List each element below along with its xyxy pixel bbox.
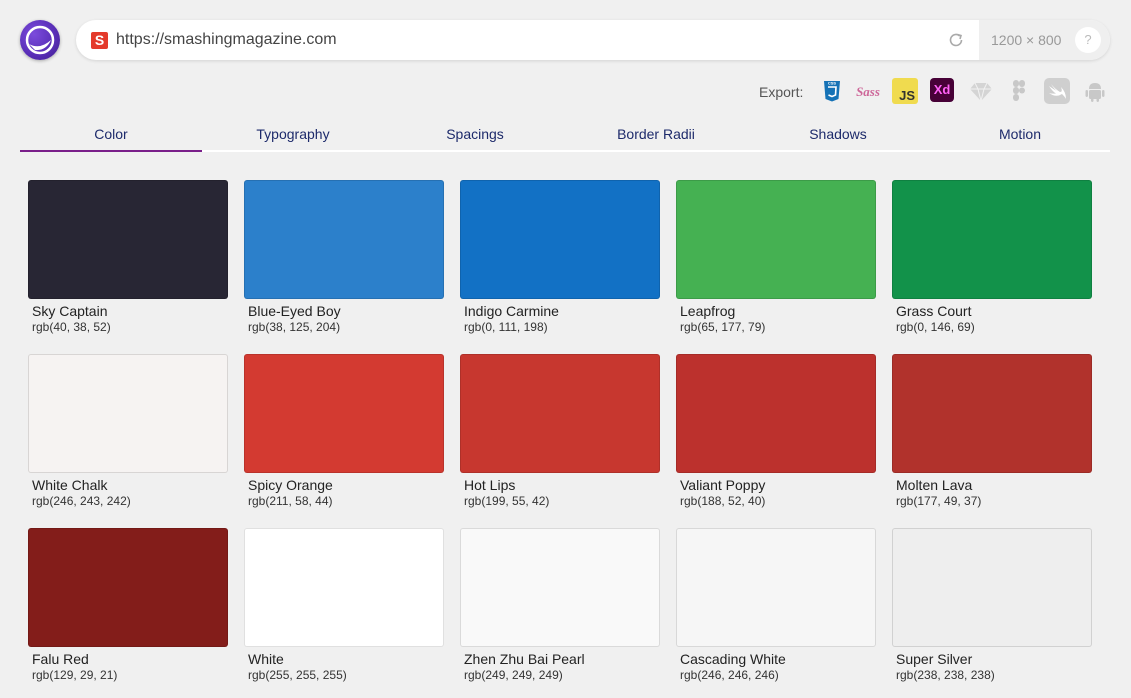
color-rgb-value: rgb(199, 55, 42) <box>464 494 550 508</box>
figma-icon[interactable] <box>1006 78 1032 104</box>
adobe-xd-icon-text: Xd <box>933 82 951 97</box>
swift-icon[interactable] <box>1044 78 1070 104</box>
color-rgb-value: rgb(0, 146, 69) <box>896 320 975 334</box>
color-swatch[interactable]: Blue-Eyed Boy rgb(38, 125, 204) <box>244 180 444 334</box>
color-chip[interactable] <box>892 354 1092 473</box>
color-name: White <box>248 651 284 667</box>
color-swatch[interactable]: Zhen Zhu Bai Pearl rgb(249, 249, 249) <box>460 528 660 682</box>
color-name: White Chalk <box>32 477 108 493</box>
color-rgb-value: rgb(188, 52, 40) <box>680 494 766 508</box>
color-swatch[interactable]: Molten Lava rgb(177, 49, 37) <box>892 354 1092 508</box>
color-swatch[interactable]: Hot Lips rgb(199, 55, 42) <box>460 354 660 508</box>
tab-color[interactable]: Color <box>20 120 202 152</box>
color-chip[interactable] <box>28 180 228 299</box>
help-button[interactable]: ? <box>1075 27 1101 53</box>
viewport-size-text: 1200 × 800 <box>991 32 1062 48</box>
color-chip[interactable] <box>460 528 660 647</box>
color-chip[interactable] <box>244 180 444 299</box>
css3-icon[interactable]: CSS <box>819 78 845 104</box>
color-swatch[interactable]: White rgb(255, 255, 255) <box>244 528 444 682</box>
color-name: Super Silver <box>896 651 973 667</box>
url-bar: S 1200 × 800 ? <box>76 20 1110 60</box>
adobe-xd-icon[interactable]: Xd <box>930 78 954 102</box>
js-icon-text: JS <box>899 88 915 103</box>
color-swatch[interactable]: White Chalk rgb(246, 243, 242) <box>28 354 228 508</box>
color-swatch[interactable]: Valiant Poppy rgb(188, 52, 40) <box>676 354 876 508</box>
color-rgb-value: rgb(246, 246, 246) <box>680 668 779 682</box>
color-rgb-value: rgb(40, 38, 52) <box>32 320 111 334</box>
color-swatch[interactable]: Indigo Carmine rgb(0, 111, 198) <box>460 180 660 334</box>
color-rgb-value: rgb(129, 29, 21) <box>32 668 118 682</box>
url-input[interactable] <box>116 20 936 60</box>
color-rgb-value: rgb(0, 111, 198) <box>464 320 548 334</box>
color-swatch[interactable]: Falu Red rgb(129, 29, 21) <box>28 528 228 682</box>
color-rgb-value: rgb(249, 249, 249) <box>464 668 563 682</box>
color-rgb-value: rgb(211, 58, 44) <box>248 494 333 508</box>
tab-bar: Color Typography Spacings Border Radii S… <box>20 120 1110 152</box>
tab-motion[interactable]: Motion <box>929 120 1111 152</box>
app-logo-icon[interactable] <box>20 20 60 60</box>
tab-shadows[interactable]: Shadows <box>747 120 929 152</box>
svg-text:Sass: Sass <box>856 84 880 99</box>
color-name: Falu Red <box>32 651 89 667</box>
color-name: Blue-Eyed Boy <box>248 303 341 319</box>
color-rgb-value: rgb(65, 177, 79) <box>680 320 766 334</box>
color-swatch[interactable]: Spicy Orange rgb(211, 58, 44) <box>244 354 444 508</box>
color-swatch[interactable]: Cascading White rgb(246, 246, 246) <box>676 528 876 682</box>
color-chip[interactable] <box>244 528 444 647</box>
export-label: Export: <box>759 84 804 100</box>
color-name: Hot Lips <box>464 477 516 493</box>
color-name: Zhen Zhu Bai Pearl <box>464 651 585 667</box>
color-name: Sky Captain <box>32 303 108 319</box>
color-rgb-value: rgb(238, 238, 238) <box>896 668 995 682</box>
color-chip[interactable] <box>460 354 660 473</box>
reload-icon[interactable] <box>947 31 965 49</box>
sass-icon[interactable]: Sass <box>853 78 883 104</box>
android-icon[interactable] <box>1082 78 1108 104</box>
color-chip[interactable] <box>244 354 444 473</box>
color-chip[interactable] <box>892 528 1092 647</box>
color-chip[interactable] <box>28 528 228 647</box>
color-chip[interactable] <box>676 354 876 473</box>
color-swatch[interactable]: Leapfrog rgb(65, 177, 79) <box>676 180 876 334</box>
color-chip[interactable] <box>892 180 1092 299</box>
color-name: Cascading White <box>680 651 786 667</box>
color-chip[interactable] <box>676 528 876 647</box>
sketch-icon[interactable] <box>968 78 994 104</box>
js-icon[interactable]: JS <box>892 78 918 104</box>
color-rgb-value: rgb(177, 49, 37) <box>896 494 982 508</box>
color-swatch[interactable]: Super Silver rgb(238, 238, 238) <box>892 528 1092 682</box>
color-swatch[interactable]: Sky Captain rgb(40, 38, 52) <box>28 180 228 334</box>
color-name: Spicy Orange <box>248 477 333 493</box>
color-rgb-value: rgb(246, 243, 242) <box>32 494 131 508</box>
site-favicon-icon: S <box>91 32 108 49</box>
viewport-size[interactable]: 1200 × 800 ? <box>979 20 1110 60</box>
tab-spacings[interactable]: Spacings <box>384 120 566 152</box>
color-name: Grass Court <box>896 303 972 319</box>
color-chip[interactable] <box>676 180 876 299</box>
color-name: Valiant Poppy <box>680 477 766 493</box>
color-name: Leapfrog <box>680 303 736 319</box>
tab-border-radii[interactable]: Border Radii <box>565 120 747 152</box>
color-rgb-value: rgb(255, 255, 255) <box>248 668 347 682</box>
color-rgb-value: rgb(38, 125, 204) <box>248 320 341 334</box>
color-swatch[interactable]: Grass Court rgb(0, 146, 69) <box>892 180 1092 334</box>
color-name: Indigo Carmine <box>464 303 559 319</box>
color-name: Molten Lava <box>896 477 973 493</box>
svg-text:CSS: CSS <box>828 81 837 86</box>
color-chip[interactable] <box>460 180 660 299</box>
tab-typography[interactable]: Typography <box>202 120 384 152</box>
color-chip[interactable] <box>28 354 228 473</box>
